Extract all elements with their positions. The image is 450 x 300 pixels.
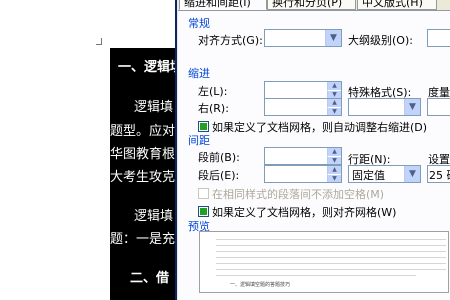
chevron-down-icon: ▼ (404, 99, 420, 115)
line-spacing-value: 固定值 (352, 169, 385, 182)
preview-line (216, 275, 416, 276)
outline-level-label: 大纲级别(O): (348, 34, 413, 47)
spin-down-icon[interactable]: ▼ (327, 174, 341, 182)
auto-adjust-right-indent-label: 如果定义了文档网格，则自动调整右缩进(D) (212, 121, 428, 134)
spacing-after-input[interactable]: ▲ ▼ (264, 165, 342, 183)
special-format-dropdown[interactable]: ▼ (348, 98, 421, 116)
no-space-same-style-checkbox[interactable] (198, 188, 209, 199)
indent-right-label: 右(R): (198, 102, 229, 115)
preview-line (216, 245, 446, 246)
preview-sample-text: 一、逻辑填空题的答题技巧 (230, 282, 291, 288)
doc-line: 逻辑填 (134, 209, 174, 224)
tab-asian-typography[interactable]: 中文版式(H) (357, 0, 437, 10)
section-spacing: 间距 (188, 134, 210, 147)
spin-up-icon[interactable]: ▲ (327, 82, 341, 90)
snap-to-grid-checkbox[interactable] (198, 206, 209, 217)
doc-line: 题型。应对 (110, 124, 175, 139)
tab-line-page-breaks[interactable]: 换行和分页(P) (267, 0, 356, 10)
preview-line (216, 269, 446, 270)
auto-adjust-right-indent-checkbox[interactable] (198, 121, 209, 132)
alignment-label: 对齐方式(G): (198, 34, 263, 47)
doc-heading: 一、逻辑填 (118, 60, 175, 75)
spacing-after-label: 段后(E): (198, 169, 240, 182)
spin-down-icon[interactable]: ▼ (327, 90, 341, 98)
indent-left-label: 左(L): (198, 85, 228, 98)
margin-mark (101, 38, 102, 45)
doc-line: 华图教育根 (110, 147, 175, 162)
preview-line (216, 239, 446, 240)
doc-line: 逻辑填 (134, 100, 174, 115)
spacing-before-label: 段前(B): (198, 151, 240, 164)
spin-up-icon[interactable]: ▲ (327, 166, 341, 174)
chevron-down-icon: ▼ (325, 30, 341, 46)
spin-up-icon[interactable]: ▲ (327, 148, 341, 156)
section-indent: 缩进 (188, 67, 210, 80)
spin-up-icon[interactable]: ▲ (327, 99, 341, 107)
spin-down-icon[interactable]: ▼ (327, 107, 341, 115)
alignment-dropdown[interactable]: ▼ (264, 29, 342, 47)
preview-line (216, 251, 446, 252)
chevron-down-icon: ▼ (404, 166, 420, 182)
outline-level-dropdown[interactable] (427, 29, 450, 47)
line-spacing-dropdown[interactable]: 固定值 ▼ (348, 165, 421, 183)
doc-heading: 二、借 (130, 271, 170, 286)
spacing-before-input[interactable]: ▲ ▼ (264, 147, 342, 165)
line-spacing-at-input[interactable]: 25 磅 (427, 165, 450, 183)
line-spacing-at-value: 25 磅 (429, 169, 450, 182)
indent-right-input[interactable]: ▲ ▼ (264, 98, 342, 116)
snap-to-grid-label: 如果定义了文档网格，则对齐网格(W) (212, 206, 397, 219)
doc-line: 题：一是充 (110, 232, 175, 247)
doc-line: 大考生攻克 (110, 170, 175, 185)
spin-down-icon[interactable]: ▼ (327, 156, 341, 164)
paragraph-dialog: 缩进和间距(I) 换行和分页(P) 中文版式(H) 常规 对齐方式(G): ▼ … (175, 0, 450, 300)
preview-line (216, 257, 446, 258)
section-general: 常规 (188, 17, 210, 30)
preview-line (216, 263, 446, 264)
no-space-same-style-label: 在相同样式的段落间不添加空格(M) (212, 188, 385, 201)
paragraph-preview: 一、逻辑填空题的答题技巧 (199, 231, 449, 293)
tab-indent-spacing[interactable]: 缩进和间距(I) (179, 0, 267, 10)
indent-left-input[interactable]: ▲ ▼ (264, 81, 342, 99)
indent-by-input[interactable] (427, 98, 450, 116)
